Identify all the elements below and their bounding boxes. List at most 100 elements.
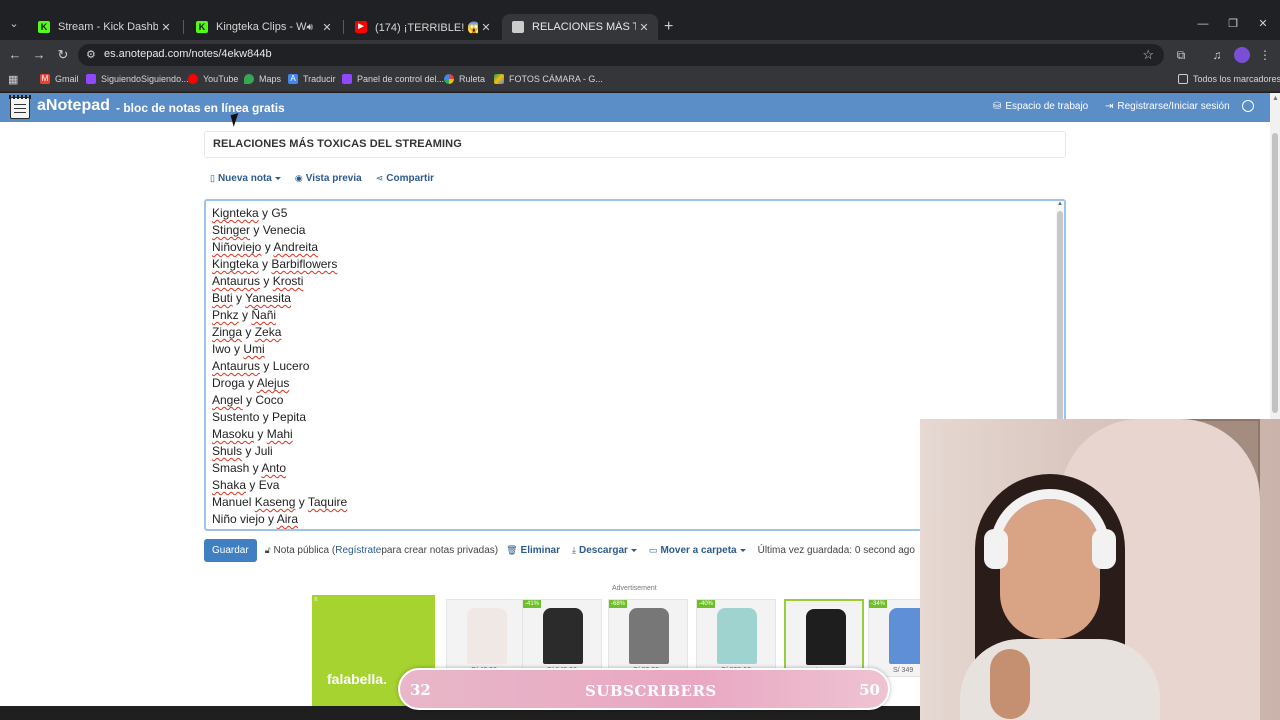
note-line[interactable]: Antaurus y Lucero <box>212 358 1052 375</box>
bookmark-siguiendo[interactable]: SiguiendoSiguiendo... <box>86 74 189 84</box>
misspelled-word: Zeka <box>254 325 282 339</box>
misspelled-word: Stinger <box>212 223 251 237</box>
move-folder-button[interactable]: ▭ Mover a carpeta <box>649 545 746 556</box>
wheel-icon <box>444 74 454 84</box>
eye-icon: ◉ <box>294 172 303 183</box>
note-toolbar: ▯ Nueva nota ◉ Vista previa ⋖ Compartir <box>210 171 448 185</box>
login-link[interactable]: ⇥ Registrarse/Iniciar sesión <box>1105 101 1230 112</box>
note-line[interactable]: Buti y Yanesita <box>212 290 1052 307</box>
close-icon[interactable]: ✕ <box>158 21 174 34</box>
close-icon[interactable]: ✕ <box>478 21 494 34</box>
new-note-button[interactable]: ▯ Nueva nota <box>210 173 281 184</box>
note-line[interactable]: Pnkz y Ñañi <box>212 307 1052 324</box>
ad-product-card[interactable]: -40%S/ 899.00 <box>696 599 776 677</box>
tab-anotepad[interactable]: RELACIONES MÁS TOXICAS DE... ✕ <box>502 14 658 40</box>
note-text: y <box>238 308 252 322</box>
bookmark-maps[interactable]: Maps <box>244 74 281 84</box>
bookmark-label: Traducir <box>303 74 336 84</box>
register-link[interactable]: Regístrate <box>335 545 381 556</box>
ad-product-card[interactable]: -68%S/ 89.90 <box>608 599 688 677</box>
preview-button[interactable]: ◉ Vista previa <box>295 173 362 184</box>
menu-icon[interactable]: ⋮ <box>1256 46 1274 64</box>
note-text: y G5 <box>258 206 288 220</box>
restore-icon[interactable]: ❐ <box>1218 14 1248 34</box>
reload-icon[interactable]: ↻ <box>54 46 72 64</box>
bookmark-panel-control[interactable]: Panel de control del... <box>342 74 444 84</box>
note-line[interactable]: Zinga y Zeka <box>212 324 1052 341</box>
address-bar[interactable]: ⚙︎ es.anotepad.com/notes/4ekw844b ☆ <box>78 44 1164 66</box>
discount-badge: -68% <box>609 600 628 608</box>
forward-icon[interactable]: → <box>30 46 48 64</box>
bookmark-fotos[interactable]: FOTOS CÁMARA - G... <box>494 74 603 84</box>
share-button[interactable]: ⋖ Compartir <box>376 173 434 184</box>
bookmark-star-icon[interactable]: ☆ <box>1142 47 1154 63</box>
bookmark-youtube[interactable]: YouTube <box>188 74 238 84</box>
note-line[interactable]: Niñoviejo y Andreita <box>212 239 1052 256</box>
extensions-icon[interactable]: ⧉ <box>1172 46 1190 64</box>
tab-youtube[interactable]: ▶ (174) ¡TERRIBLE! 😱😱 PAREJ... ✕ <box>345 14 500 40</box>
note-line[interactable]: Kignteka y G5 <box>212 205 1052 222</box>
delete-button[interactable]: 🗑︎ Eliminar <box>506 545 560 556</box>
tab-divider <box>343 20 344 34</box>
note-line[interactable]: Kingteka y Barbiflowers <box>212 256 1052 273</box>
url-text[interactable]: es.anotepad.com/notes/4ekw844b <box>104 48 272 60</box>
speaker-icon[interactable]: 🔊︎ <box>307 22 313 33</box>
media-control-icon[interactable]: ♫ <box>1208 46 1226 64</box>
save-button[interactable]: Guardar <box>204 539 257 562</box>
note-line[interactable]: Droga y Alejus <box>212 375 1052 392</box>
webcam-feed <box>920 419 1280 720</box>
note-text: Droga y <box>212 376 257 390</box>
tab-kingteka-clips[interactable]: K Kingteka Clips - Watch Live 🔊︎ ✕ <box>186 14 341 40</box>
ad-product-card[interactable]: -41%S/ 549.00 <box>522 599 602 677</box>
ad-product-card[interactable]: S/ 39.90 <box>784 599 864 677</box>
note-line[interactable]: Iwo y Umi <box>212 341 1052 358</box>
download-button[interactable]: ⤓ Descargar <box>572 545 637 556</box>
site-info-icon[interactable]: ⚙︎ <box>86 48 96 61</box>
language-globe-icon[interactable] <box>1242 100 1254 112</box>
note-title-input[interactable]: RELACIONES MÁS TOXICAS DEL STREAMING <box>204 131 1066 158</box>
apps-grid-icon[interactable]: ▦ <box>8 74 20 86</box>
product-image <box>717 608 757 664</box>
workspace-link[interactable]: ⛁ Espacio de trabajo <box>993 101 1088 112</box>
tab-kick-dashboard[interactable]: K Stream - Kick Dashboard ✕ <box>28 14 180 40</box>
misspelled-word: Alejus <box>256 376 290 390</box>
scroll-up-icon[interactable]: ▲ <box>1272 95 1279 102</box>
ad-choices-icon[interactable]: ≡ <box>314 597 318 603</box>
back-icon[interactable]: ← <box>6 46 24 64</box>
misspelled-word: Taquire <box>307 495 348 509</box>
login-icon: ⇥ <box>1105 101 1114 112</box>
kick-icon: K <box>196 21 208 33</box>
chevron-down-icon <box>630 549 637 552</box>
site-brand[interactable]: aNotepad <box>37 97 110 115</box>
new-tab-icon[interactable]: + <box>664 16 678 38</box>
misspelled-word: Kaseng <box>254 495 296 509</box>
bookmark-gmail[interactable]: M Gmail <box>40 74 79 84</box>
scroll-up-icon[interactable]: ▲ <box>1057 201 1063 207</box>
close-icon[interactable]: ✕ <box>636 21 652 34</box>
misspelled-word: Anto <box>261 461 287 475</box>
minimize-icon[interactable]: — <box>1188 14 1218 34</box>
youtube-icon: ▶ <box>355 21 367 33</box>
notepad-logo-icon[interactable] <box>9 95 31 119</box>
profile-avatar[interactable] <box>1234 47 1250 63</box>
note-text: Smash y <box>212 461 262 475</box>
youtube-icon <box>188 74 198 84</box>
note-text: y Juli <box>242 444 273 458</box>
workspace-icon: ⛁ <box>993 101 1002 112</box>
note-line[interactable]: Stinger y Venecia <box>212 222 1052 239</box>
misspelled-word: Antaurus <box>212 274 261 288</box>
misspelled-word: Shuls <box>212 444 243 458</box>
tab-title: Kingteka Clips - Watch Live <box>216 21 307 33</box>
bookmark-traducir[interactable]: A Traducir <box>288 74 336 84</box>
window-close-icon[interactable]: ✕ <box>1248 14 1278 34</box>
all-bookmarks[interactable]: Todos los marcadores <box>1178 74 1280 84</box>
bookmark-ruleta[interactable]: Ruleta <box>444 74 485 84</box>
close-icon[interactable]: ✕ <box>319 21 335 34</box>
note-line[interactable]: Angel y Coco <box>212 392 1052 409</box>
ad-product-card[interactable]: S/ 49.90 <box>446 599 526 677</box>
product-price: S/ 349 <box>893 667 914 674</box>
tab-search-icon[interactable]: ⌄ <box>4 14 24 34</box>
login-label: Registrarse/Iniciar sesión <box>1117 101 1230 112</box>
page-scroll-thumb[interactable] <box>1272 133 1278 413</box>
note-line[interactable]: Antaurus y Krosti <box>212 273 1052 290</box>
